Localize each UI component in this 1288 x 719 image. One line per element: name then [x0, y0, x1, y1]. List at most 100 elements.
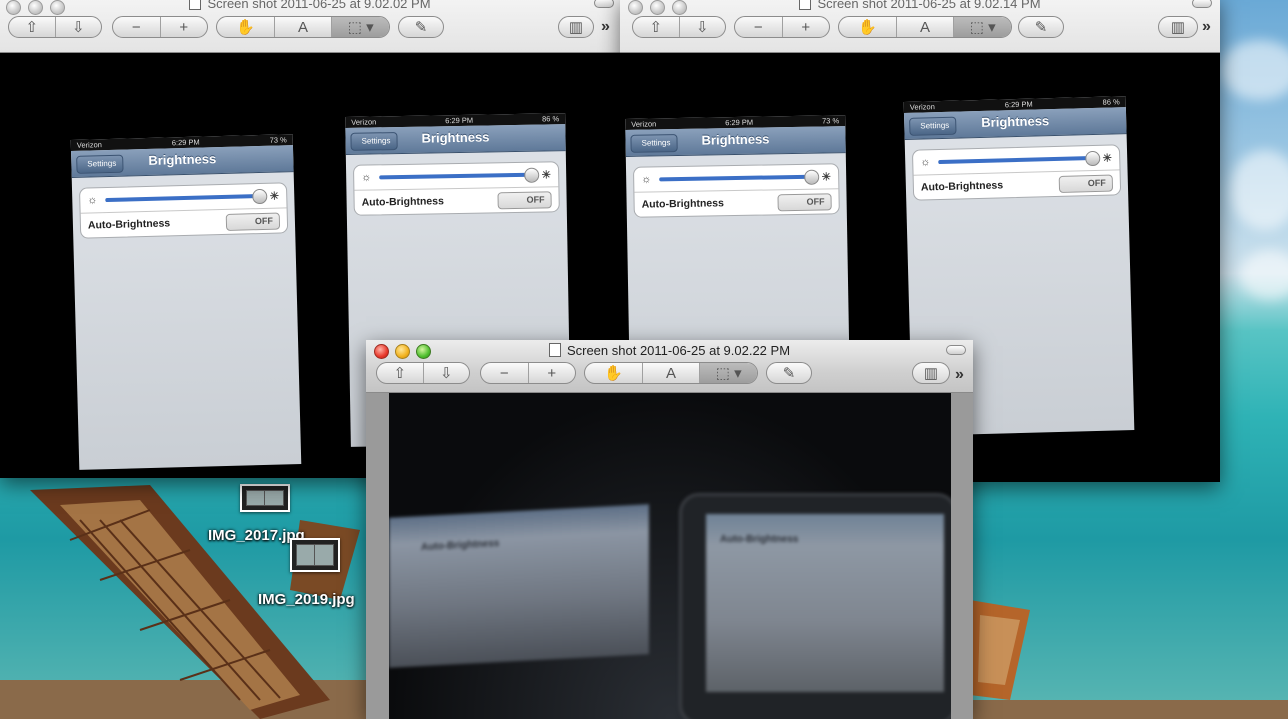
desktop-icon-label[interactable]: IMG_2019.jpg [258, 591, 355, 608]
tool-mode-control[interactable]: ✋ A ⬚ ▾ [584, 362, 758, 384]
page-nav-control[interactable]: ⇧ ⇩ [632, 16, 726, 38]
slider-knob [804, 169, 820, 185]
zoom-control[interactable]: − + [112, 16, 208, 38]
auto-brightness-label: Auto-Brightness [641, 197, 724, 211]
document-icon [189, 0, 202, 10]
settings-group: ☼ ☀ Auto-Brightness OFF [352, 161, 560, 216]
nav-title: Brightness [148, 151, 217, 168]
nav-title: Brightness [701, 131, 770, 148]
document-icon [548, 343, 561, 357]
window-titlebar[interactable]: Screen shot 2011-06-25 at 9.02.14 PM ⇧ ⇩… [620, 0, 1220, 53]
brightness-slider [938, 150, 1101, 167]
nav-bar: Settings Brightness [345, 124, 566, 155]
sidebar-button[interactable]: ▥ [912, 362, 950, 384]
auto-brightness-toggle: OFF [777, 192, 832, 211]
text-tool-icon[interactable]: A [643, 363, 701, 383]
zoom-in-icon[interactable]: + [529, 363, 576, 383]
file-thumbnail-icon[interactable] [290, 538, 340, 572]
toolbar-overflow-icon[interactable]: » [1202, 18, 1211, 36]
zoom-out-icon[interactable]: − [481, 363, 529, 383]
blurry-label: Auto-Brightness [720, 534, 799, 545]
window-title: Screen shot 2011-06-25 at 9.02.22 PM [366, 343, 973, 358]
hand-tool-icon[interactable]: ✋ [217, 17, 275, 37]
page-nav-control[interactable]: ⇧ ⇩ [8, 16, 102, 38]
previous-page-icon[interactable]: ⇧ [633, 17, 680, 37]
carrier-label: Verizon [631, 119, 657, 129]
zoom-control[interactable]: − + [480, 362, 576, 384]
zoom-in-icon[interactable]: + [783, 17, 830, 37]
toolbar-overflow-icon[interactable]: » [601, 18, 610, 36]
file-thumbnail-icon[interactable] [240, 484, 290, 512]
nav-bar: Settings Brightness [903, 107, 1127, 140]
auto-brightness-toggle: OFF [225, 212, 281, 231]
tool-mode-control[interactable]: ✋ A ⬚ ▾ [216, 16, 390, 38]
page-nav-control[interactable]: ⇧ ⇩ [376, 362, 470, 384]
nav-title: Brightness [981, 113, 1050, 130]
zoom-control[interactable]: − + [734, 16, 830, 38]
nav-title: Brightness [421, 129, 490, 146]
pencil-icon[interactable]: ✎ [767, 363, 811, 383]
window-title: Screen shot 2011-06-25 at 9.02.02 PM [0, 0, 620, 11]
time-label: 6:29 PM [171, 137, 200, 148]
next-page-icon[interactable]: ⇩ [56, 17, 102, 37]
sidebar-button[interactable]: ▥ [558, 16, 594, 38]
bright-sun-icon: ☀ [1102, 152, 1113, 165]
blurry-phone-screen: Auto-Brightness [706, 514, 944, 692]
toolbar-toggle-button[interactable] [594, 0, 614, 8]
time-label: 6:29 PM [1004, 99, 1033, 110]
settings-group: ☼ ☀ Auto-Brightness OFF [632, 163, 840, 218]
text-tool-icon[interactable]: A [275, 17, 333, 37]
slider-knob [524, 167, 540, 183]
image-canvas: Auto-Brightness Auto-Brightness [389, 393, 951, 719]
next-page-icon[interactable]: ⇩ [680, 17, 726, 37]
select-tool-icon[interactable]: ⬚ ▾ [332, 17, 389, 37]
window-title-text: Screen shot 2011-06-25 at 9.02.02 PM [207, 0, 431, 11]
select-tool-icon[interactable]: ⬚ ▾ [700, 363, 757, 383]
toolbar-toggle-button[interactable] [946, 345, 966, 355]
dim-sun-icon: ☼ [361, 171, 372, 184]
tool-mode-control[interactable]: ✋ A ⬚ ▾ [838, 16, 1012, 38]
auto-brightness-label: Auto-Brightness [920, 179, 1004, 194]
pencil-icon[interactable]: ✎ [1019, 17, 1063, 37]
pencil-icon[interactable]: ✎ [399, 17, 443, 37]
annotate-button[interactable]: ✎ [1018, 16, 1064, 38]
battery-label: 73 % [269, 135, 287, 145]
dim-sun-icon: ☼ [920, 156, 931, 169]
cloud [1230, 150, 1288, 230]
annotate-button[interactable]: ✎ [398, 16, 444, 38]
phone-screenshot: Verizon 6:29 PM 73 % Settings Brightness ☼ ☀… [70, 134, 302, 470]
preview-window-3[interactable]: Screen shot 2011-06-25 at 9.02.22 PM ⇧ ⇩… [366, 340, 973, 719]
annotate-button[interactable]: ✎ [766, 362, 812, 384]
window-titlebar[interactable]: Screen shot 2011-06-25 at 9.02.02 PM ⇧ ⇩… [0, 0, 620, 53]
sidebar-icon[interactable]: ▥ [559, 17, 593, 37]
previous-page-icon[interactable]: ⇧ [9, 17, 56, 37]
deck-chair [0, 485, 420, 719]
bright-sun-icon: ☀ [821, 170, 832, 184]
sidebar-button[interactable]: ▥ [1158, 16, 1198, 38]
previous-page-icon[interactable]: ⇧ [377, 363, 424, 383]
sidebar-icon[interactable]: ▥ [1159, 17, 1197, 37]
next-page-icon[interactable]: ⇩ [424, 363, 470, 383]
zoom-in-icon[interactable]: + [161, 17, 208, 37]
window-titlebar[interactable]: Screen shot 2011-06-25 at 9.02.22 PM ⇧ ⇩… [366, 340, 973, 393]
bright-sun-icon: ☀ [541, 168, 552, 182]
battery-label: 73 % [821, 116, 840, 126]
dim-sun-icon: ☼ [641, 173, 652, 186]
toolbar-overflow-icon[interactable]: » [955, 366, 964, 384]
brightness-slider [659, 169, 820, 185]
window-title: Screen shot 2011-06-25 at 9.02.14 PM [620, 0, 1220, 11]
hand-tool-icon[interactable]: ✋ [839, 17, 897, 37]
zoom-out-icon[interactable]: − [113, 17, 161, 37]
carrier-label: Verizon [909, 102, 935, 112]
cloud [1240, 250, 1288, 300]
sidebar-icon[interactable]: ▥ [913, 363, 949, 383]
select-tool-icon[interactable]: ⬚ ▾ [954, 17, 1011, 37]
toolbar-toggle-button[interactable] [1192, 0, 1212, 8]
window-title-text: Screen shot 2011-06-25 at 9.02.22 PM [566, 343, 791, 358]
hand-tool-icon[interactable]: ✋ [585, 363, 643, 383]
blurry-label: Auto-Brightness [421, 538, 500, 554]
zoom-out-icon[interactable]: − [735, 17, 783, 37]
battery-label: 86 % [1102, 97, 1120, 107]
text-tool-icon[interactable]: A [897, 17, 955, 37]
dim-sun-icon: ☼ [87, 194, 98, 207]
